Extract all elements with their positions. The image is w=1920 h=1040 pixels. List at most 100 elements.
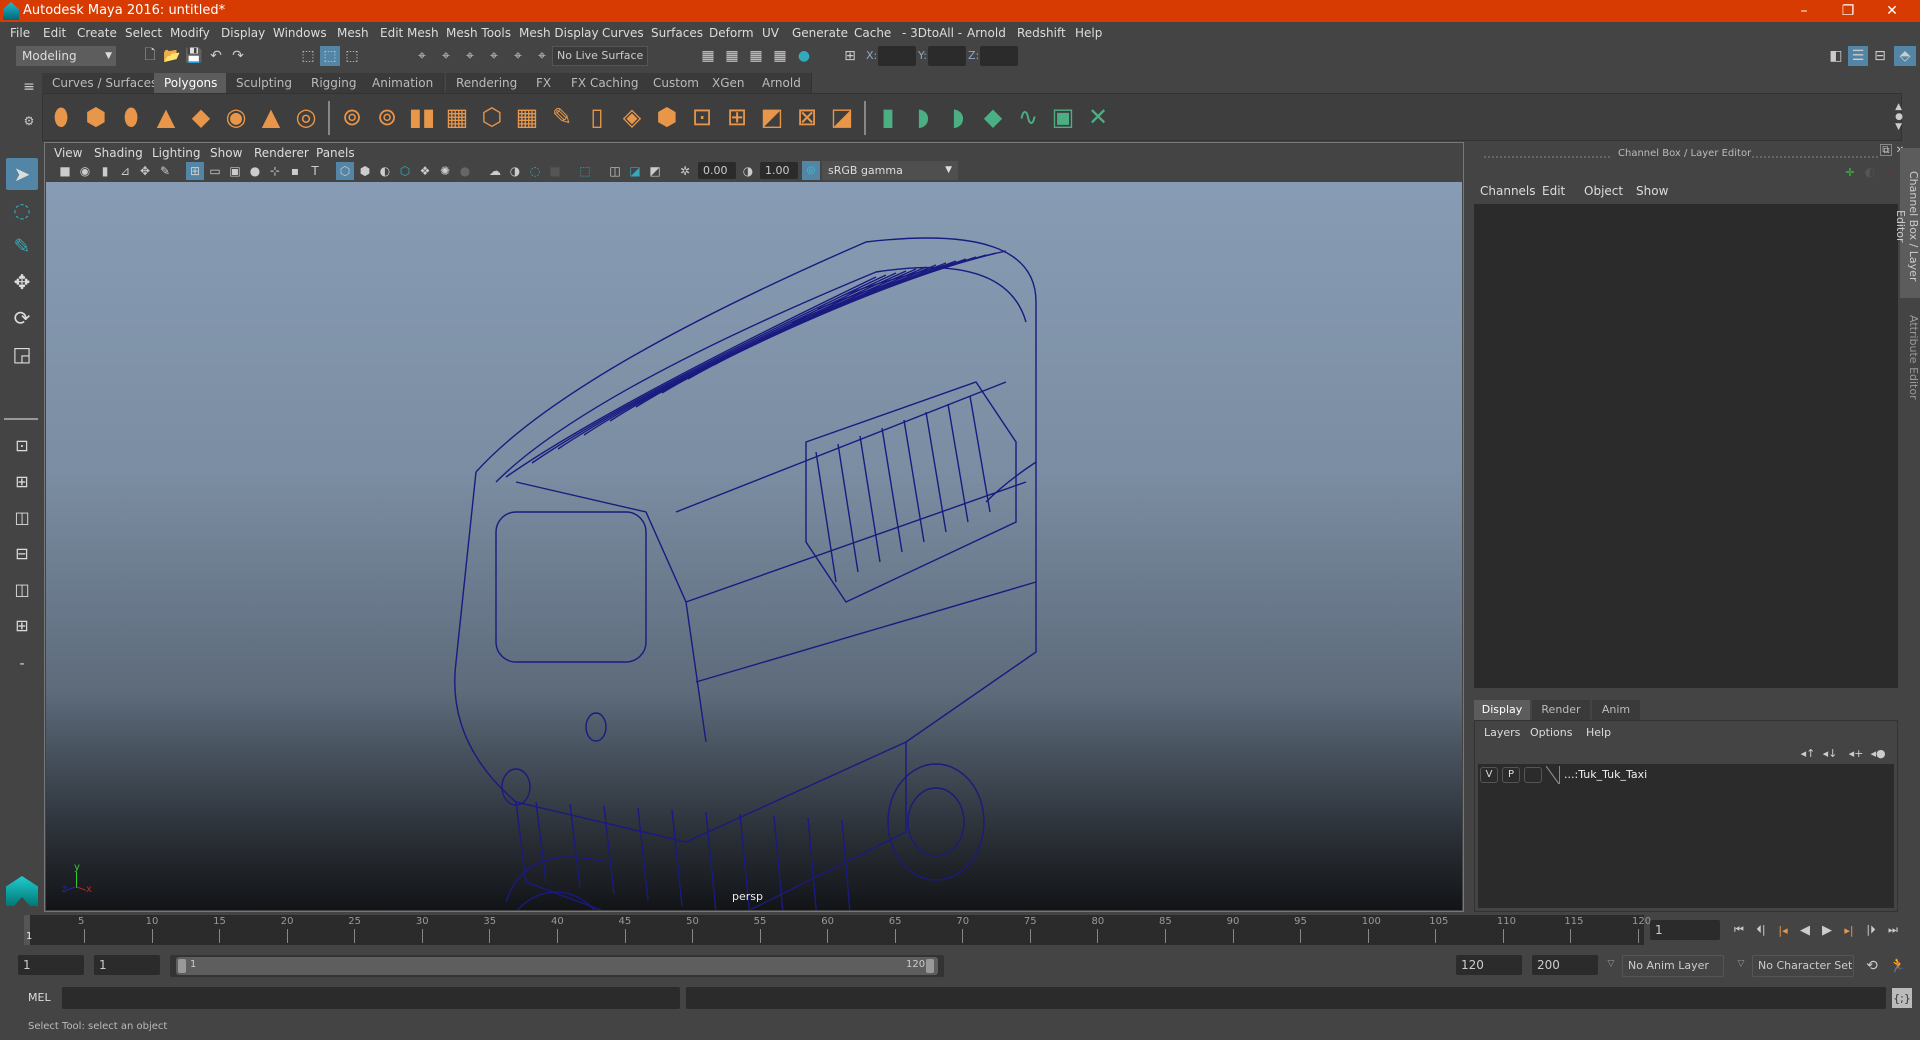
scale-tool-icon[interactable]: ◲ — [6, 338, 38, 370]
new-layer-selected-icon[interactable]: ◂● — [1870, 746, 1886, 760]
smooth-icon[interactable]: ▦ — [443, 103, 471, 131]
camera-icon[interactable]: ■ — [56, 162, 74, 180]
speed-icon[interactable]: ◐ — [1862, 164, 1878, 180]
wireframe-on-shaded-icon[interactable]: ⬡ — [396, 162, 414, 180]
shelf-tab-rigging[interactable]: Rigging — [301, 73, 368, 93]
play-forward-icon[interactable]: ▶ — [1818, 921, 1836, 939]
layout-more-icon[interactable]: - — [6, 648, 38, 680]
x-field[interactable] — [878, 46, 916, 66]
resolution-gate-icon[interactable]: ▣ — [226, 162, 244, 180]
channel-menu-show[interactable]: Show — [1636, 184, 1668, 198]
use-all-lights-icon[interactable]: ✺ — [436, 162, 454, 180]
auto-key-icon[interactable]: ⟲ — [1862, 956, 1882, 976]
offset-loop-icon[interactable]: ⊠ — [793, 103, 821, 131]
snap-point-icon[interactable]: ⌖ — [460, 46, 480, 66]
step-back-key-icon[interactable]: ⏴| — [1752, 921, 1770, 939]
exposure-icon[interactable]: ✲ — [676, 162, 694, 180]
uv-unfold-icon[interactable]: ∿ — [1014, 103, 1042, 131]
menu-display[interactable]: Display — [221, 26, 265, 40]
exposure-field[interactable]: 0.00 — [698, 162, 736, 179]
move-tool-icon[interactable]: ✥ — [6, 266, 38, 298]
multi-cut-icon[interactable]: ✎ — [548, 103, 576, 131]
layer-menu-layers[interactable]: Layers — [1484, 726, 1520, 739]
go-to-end-icon[interactable]: ⏭ — [1884, 921, 1902, 939]
wireframe-icon[interactable]: ⬡ — [336, 162, 354, 180]
menu-windows[interactable]: Windows — [273, 26, 327, 40]
edge-loop-icon[interactable]: ⊞ — [723, 103, 751, 131]
insert-loop-icon[interactable]: ◩ — [758, 103, 786, 131]
snap-live-surface-icon[interactable]: ⌖ — [508, 46, 528, 66]
uv-layout-icon[interactable]: ✕ — [1084, 103, 1112, 131]
menu-deform[interactable]: Deform — [709, 26, 754, 40]
poly-plane-icon[interactable]: ◆ — [187, 103, 215, 131]
side-tab-attribute-editor[interactable]: Attribute Editor — [1900, 304, 1920, 404]
open-scene-icon[interactable]: 📂 — [162, 46, 182, 66]
hyper-icon[interactable]: ↗ — [1882, 164, 1898, 180]
channel-menu-channels[interactable]: Channels — [1480, 184, 1536, 198]
xray-icon[interactable]: ◫ — [606, 162, 624, 180]
playback-end-field[interactable]: 120 — [1456, 955, 1522, 975]
bookmark-icon[interactable]: ▮ — [96, 162, 114, 180]
layer-color-swatch[interactable] — [1546, 766, 1560, 784]
depth-of-field-icon[interactable]: ■ — [546, 162, 564, 180]
film-gate-icon[interactable]: ▭ — [206, 162, 224, 180]
menu-modify[interactable]: Modify — [170, 26, 210, 40]
poly-cylinder-icon[interactable]: ⬮ — [117, 103, 145, 131]
2d-pan-zoom-icon[interactable]: ✥ — [136, 162, 154, 180]
hypershade-icon[interactable]: ● — [794, 46, 814, 66]
select-object-icon[interactable]: ⬚ — [320, 46, 340, 66]
menu-file[interactable]: File — [10, 26, 30, 40]
paint-select-tool-icon[interactable]: ✎ — [6, 230, 38, 262]
smooth-shade-icon[interactable]: ⬢ — [356, 162, 374, 180]
anti-aliasing-icon[interactable]: ◌ — [526, 162, 544, 180]
step-forward-frame-icon[interactable]: ▸| — [1840, 921, 1858, 939]
four-view-layout-icon[interactable]: ⊞ — [6, 466, 38, 498]
new-layer-icon[interactable]: ◂+ — [1848, 746, 1864, 760]
z-field[interactable] — [980, 46, 1018, 66]
side-tab-channel-box[interactable]: Channel Box / Layer Editor — [1894, 148, 1920, 298]
restore-button[interactable]: ❐ — [1826, 0, 1870, 22]
command-input[interactable] — [62, 987, 680, 1009]
shadows-icon[interactable]: ● — [456, 162, 474, 180]
shelf-tab-polygons[interactable]: Polygons — [154, 73, 229, 93]
camera-attributes-icon[interactable]: ◉ — [76, 162, 94, 180]
bridge-icon[interactable]: ▯ — [583, 103, 611, 131]
ipr-render-icon[interactable]: ▦ — [746, 46, 766, 66]
viewport-menu-panels[interactable]: Panels — [316, 146, 355, 160]
shelf-settings-gear-icon[interactable]: ⚙ — [22, 114, 36, 128]
shelf-tab-fx-caching[interactable]: FX Caching — [561, 73, 650, 93]
viewport-menu-show[interactable]: Show — [210, 146, 242, 160]
merge-icon[interactable]: ◪ — [828, 103, 856, 131]
single-view-layout-icon[interactable]: ⊡ — [6, 430, 38, 462]
poly-torus-icon[interactable]: ◉ — [222, 103, 250, 131]
layer-visibility-toggle[interactable]: V — [1480, 767, 1498, 783]
y-field[interactable] — [928, 46, 966, 66]
channel-list[interactable] — [1474, 204, 1898, 688]
textured-icon[interactable]: ❖ — [416, 162, 434, 180]
menu-redshift[interactable]: Redshift — [1017, 26, 1066, 40]
menu-create[interactable]: Create — [77, 26, 117, 40]
time-slider[interactable]: 1 5 10 15 20 25 30 35 40 45 50 55 60 65 70 75 80 85 90 95 1… — [24, 915, 1651, 945]
range-start-handle[interactable] — [178, 959, 186, 973]
viewport-menu-view[interactable]: View — [54, 146, 82, 160]
append-icon[interactable]: ◈ — [618, 103, 646, 131]
end-time-field[interactable]: 200 — [1532, 955, 1598, 975]
bevel-icon[interactable]: ⬡ — [478, 103, 506, 131]
shelf-tab-custom[interactable]: Custom — [643, 73, 710, 93]
step-forward-key-icon[interactable]: |⏵ — [1862, 921, 1880, 939]
channel-menu-edit[interactable]: Edit — [1542, 184, 1565, 198]
target-weld-icon[interactable]: ⊡ — [688, 103, 716, 131]
layer-name[interactable]: ...:Tuk_Tuk_Taxi — [1564, 768, 1647, 781]
color-space-dropdown[interactable]: sRGB gamma ▼ — [822, 161, 958, 180]
gamma-field[interactable]: 1.00 — [760, 162, 798, 179]
snap-view-plane-icon[interactable]: ⌖ — [484, 46, 504, 66]
viewport-menu-shading[interactable]: Shading — [94, 146, 143, 160]
viewport-menu-renderer[interactable]: Renderer — [254, 146, 309, 160]
mirror-icon[interactable]: ▮▮ — [408, 103, 436, 131]
playback-start-field[interactable]: 1 — [94, 955, 160, 975]
gate-mask-icon[interactable]: ● — [246, 162, 264, 180]
menu-edit-mesh[interactable]: Edit Mesh — [380, 26, 439, 40]
redo-icon[interactable]: ↷ — [228, 46, 248, 66]
custom-layout-icon[interactable]: ⊞ — [6, 610, 38, 642]
outliner-persp-layout-icon[interactable]: ◫ — [6, 502, 38, 534]
